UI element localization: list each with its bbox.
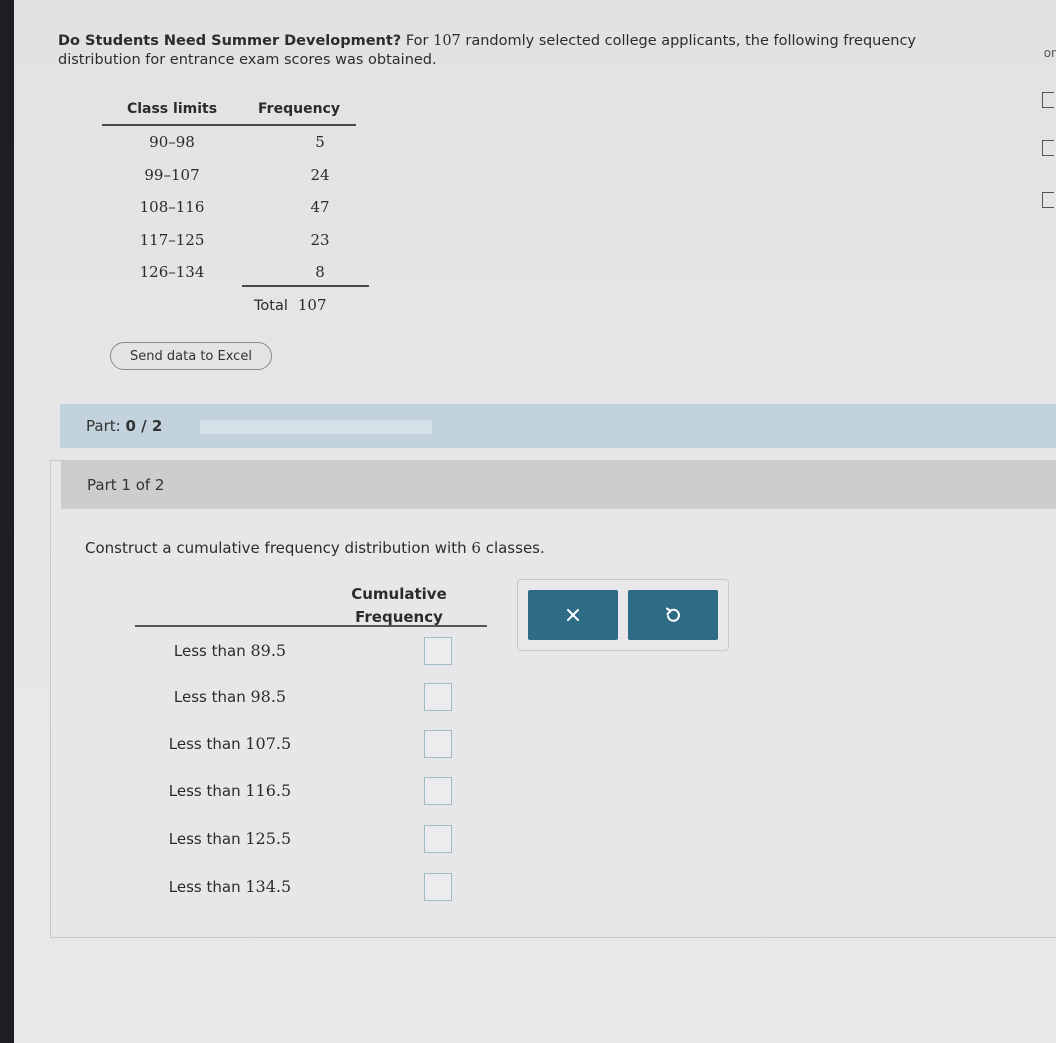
problem-text-pre: For bbox=[401, 33, 434, 49]
frequency-cell: 8 bbox=[315, 263, 325, 282]
table-row: 99–107 24 bbox=[102, 159, 356, 192]
close-icon bbox=[567, 609, 579, 621]
cumulative-row-label: Less than 116.5 bbox=[135, 781, 325, 800]
row-bound: 125.5 bbox=[245, 829, 292, 848]
table-row: 126–134 8 bbox=[102, 256, 356, 289]
send-to-excel-button[interactable]: Send data to Excel bbox=[110, 342, 272, 370]
edge-text: or bbox=[1043, 46, 1056, 60]
cumulative-row-label: Less than 125.5 bbox=[135, 829, 325, 848]
cumulative-answer-input[interactable] bbox=[424, 683, 452, 711]
part-header-label: Part 1 of 2 bbox=[87, 476, 165, 494]
class-count: 6 bbox=[471, 539, 481, 557]
cumulative-answer-input[interactable] bbox=[424, 730, 452, 758]
total-row: Total 107 bbox=[254, 296, 327, 314]
row-prefix: Less than bbox=[173, 642, 251, 660]
row-bound: 98.5 bbox=[250, 687, 287, 706]
cumulative-row-label: Less than 89.5 bbox=[135, 641, 325, 660]
cumulative-header-rule bbox=[135, 625, 487, 627]
question-page: Do Students Need Summer Development? For… bbox=[14, 0, 1056, 1043]
instruction-post: classes. bbox=[480, 539, 545, 557]
screen-edge bbox=[0, 0, 14, 1043]
class-limits-cell: 99–107 bbox=[144, 165, 200, 184]
edge-icon[interactable] bbox=[1042, 92, 1054, 108]
part-header: Part 1 of 2 bbox=[61, 461, 1056, 509]
cumulative-answer-input[interactable] bbox=[424, 873, 452, 901]
part-progress-value: 0 / 2 bbox=[125, 417, 163, 435]
cumulative-row-label: Less than 134.5 bbox=[135, 877, 325, 896]
row-bound: 89.5 bbox=[250, 641, 287, 660]
row-prefix: Less than bbox=[168, 878, 246, 896]
frequency-cell: 5 bbox=[315, 133, 325, 152]
undo-button[interactable] bbox=[628, 590, 718, 640]
row-bound: 134.5 bbox=[245, 877, 292, 896]
total-label: Total bbox=[254, 298, 288, 314]
cumulative-row: Less than 134.5 bbox=[135, 867, 487, 907]
progress-track bbox=[200, 420, 432, 434]
part-progress-label: Part: 0 / 2 bbox=[86, 417, 162, 435]
cumulative-answer-input[interactable] bbox=[424, 637, 452, 665]
class-limits-cell: 117–125 bbox=[139, 230, 205, 249]
part-label: Part: bbox=[86, 417, 121, 435]
total-rule bbox=[242, 285, 369, 287]
cumulative-frequency-header: Cumulative Frequency bbox=[349, 583, 449, 629]
table-row: 90–98 5 bbox=[102, 126, 356, 159]
part-panel: Part 1 of 2 Construct a cumulative frequ… bbox=[50, 460, 1056, 938]
instruction-pre: Construct a cumulative frequency distrib… bbox=[85, 539, 472, 557]
cumulative-row: Less than 116.5 bbox=[135, 771, 487, 811]
cumulative-row-label: Less than 98.5 bbox=[135, 687, 325, 706]
row-prefix: Less than bbox=[168, 735, 246, 753]
clear-button[interactable] bbox=[528, 590, 618, 640]
instruction-text: Construct a cumulative frequency distrib… bbox=[85, 539, 545, 557]
cumulative-row: Less than 98.5 bbox=[135, 677, 487, 717]
frequency-cell: 23 bbox=[310, 230, 330, 249]
edge-icon[interactable] bbox=[1042, 140, 1054, 156]
frequency-header: Frequency bbox=[258, 101, 340, 117]
row-prefix: Less than bbox=[168, 830, 246, 848]
sample-size: 107 bbox=[433, 33, 461, 49]
undo-icon bbox=[666, 607, 680, 622]
row-bound: 107.5 bbox=[245, 734, 292, 753]
cumulative-row-label: Less than 107.5 bbox=[135, 734, 325, 753]
edge-icon[interactable] bbox=[1042, 192, 1054, 208]
frequency-table-header: Class limits Frequency bbox=[102, 96, 356, 122]
cumulative-row: Less than 107.5 bbox=[135, 724, 487, 764]
answer-tools bbox=[517, 579, 729, 651]
frequency-cell: 47 bbox=[310, 198, 330, 217]
cumulative-row: Less than 125.5 bbox=[135, 819, 487, 859]
problem-statement: Do Students Need Summer Development? For… bbox=[58, 32, 998, 70]
class-limits-cell: 90–98 bbox=[149, 133, 195, 152]
cumulative-header-line1: Cumulative bbox=[351, 585, 447, 603]
cumulative-answer-input[interactable] bbox=[424, 825, 452, 853]
frequency-table: Class limits Frequency 90–98 5 99–107 24… bbox=[102, 96, 356, 289]
table-row: 108–116 47 bbox=[102, 191, 356, 224]
part-progress-bar: Part: 0 / 2 bbox=[60, 404, 1056, 448]
cumulative-answer-input[interactable] bbox=[424, 777, 452, 805]
class-limits-cell: 108–116 bbox=[139, 198, 205, 217]
total-value: 107 bbox=[297, 296, 327, 314]
row-prefix: Less than bbox=[173, 688, 251, 706]
cumulative-row: Less than 89.5 bbox=[135, 631, 487, 671]
row-prefix: Less than bbox=[168, 782, 246, 800]
class-limits-cell: 126–134 bbox=[139, 263, 205, 282]
row-bound: 116.5 bbox=[245, 781, 292, 800]
frequency-cell: 24 bbox=[310, 165, 330, 184]
table-row: 117–125 23 bbox=[102, 224, 356, 257]
class-limits-header: Class limits bbox=[126, 101, 218, 117]
problem-title: Do Students Need Summer Development? bbox=[58, 33, 402, 49]
